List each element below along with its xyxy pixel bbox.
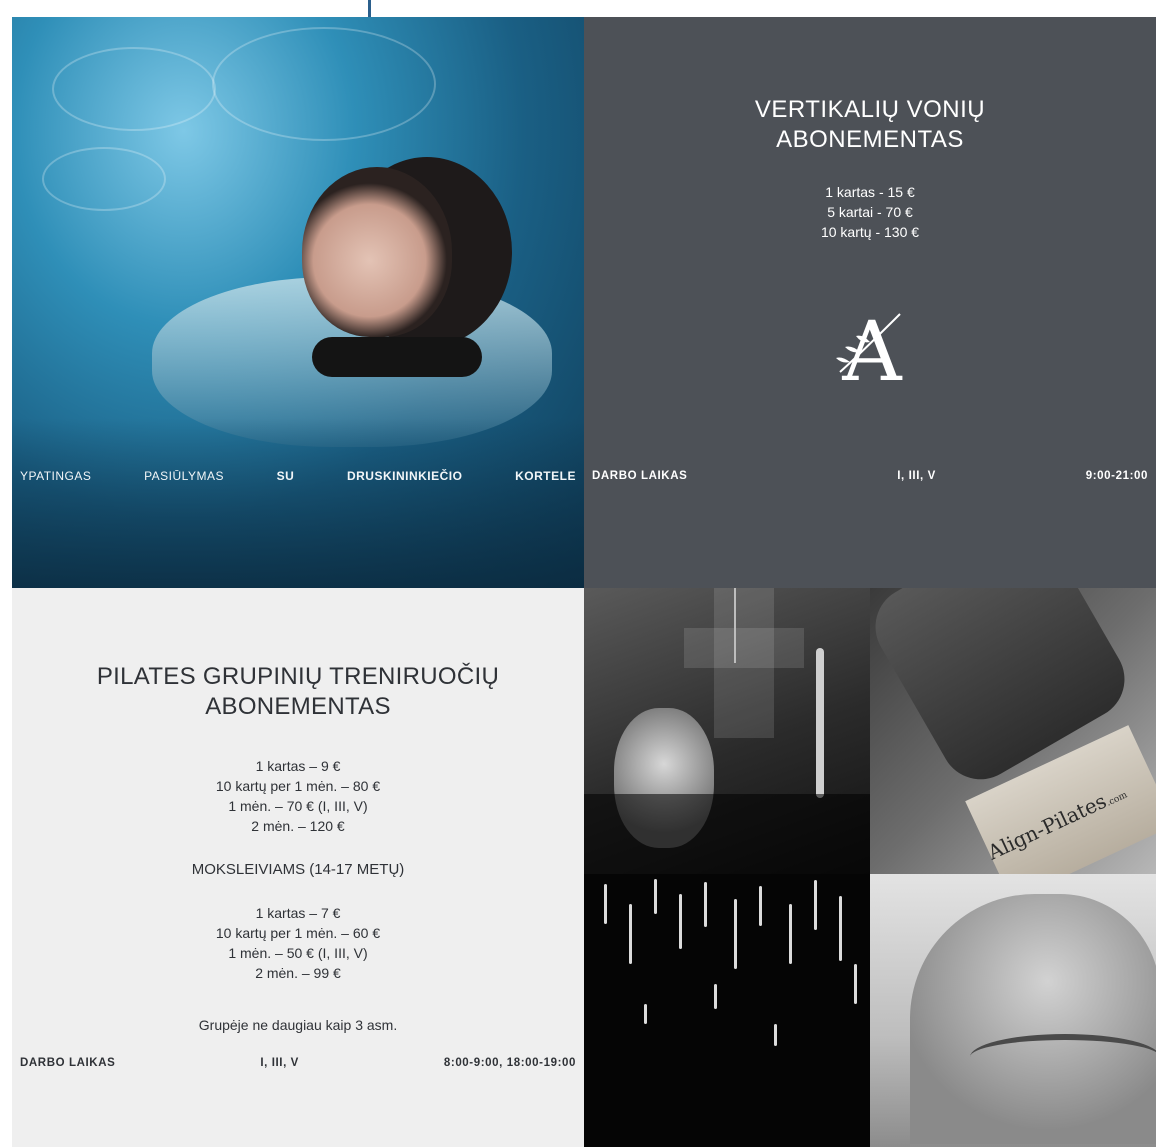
light-streak bbox=[854, 964, 857, 1004]
pool-rail bbox=[816, 648, 824, 798]
water-ripple bbox=[42, 147, 166, 211]
wall-cross bbox=[684, 628, 804, 668]
light-streak bbox=[629, 904, 632, 964]
price-line: 1 kartas – 7 € bbox=[255, 905, 341, 921]
swimsuit-strap bbox=[312, 337, 482, 377]
light-streak bbox=[814, 880, 817, 930]
hours-time: 9:00-21:00 bbox=[1085, 470, 1148, 482]
price-line: 10 kartų - 130 € bbox=[820, 224, 920, 240]
students-heading: MOKSLEIVIAMS (14-17 METŲ) bbox=[191, 861, 405, 878]
vertical-baths-title: VERTIKALIŲ VONIŲ ABONEMENTAS bbox=[584, 95, 1156, 155]
price-line: 5 kartai - 70 € bbox=[827, 204, 913, 220]
light-streak bbox=[679, 894, 682, 949]
swimmer-face bbox=[302, 167, 452, 337]
title-line: ABONEMENTAS bbox=[205, 693, 391, 720]
pilates-prices: 1 kartas – 9 € 10 kartų per 1 mėn. – 80 … bbox=[12, 756, 584, 836]
working-hours-row: DARBO LAIKAS I, III, V 8:00-9:00, 18:00-… bbox=[20, 1057, 576, 1069]
price-line: 1 kartas – 9 € bbox=[255, 758, 341, 774]
bath-water bbox=[584, 794, 870, 874]
price-line: 2 mėn. – 99 € bbox=[255, 965, 341, 981]
title-line: PILATES GRUPINIŲ TRENIRUOČIŲ bbox=[96, 663, 500, 690]
athlete-back-photo bbox=[870, 874, 1156, 1147]
price-line: 10 kartų per 1 mėn. – 60 € bbox=[215, 925, 381, 941]
vertical-baths-panel: VERTIKALIŲ VONIŲ ABONEMENTAS 1 kartas - … bbox=[584, 17, 1156, 588]
water-ripple bbox=[52, 47, 216, 131]
light-streaks-photo bbox=[584, 874, 870, 1147]
pilates-panel: PILATES GRUPINIŲ TRENIRUOČIŲ ABONEMENTAS… bbox=[12, 588, 584, 1147]
student-prices: 1 kartas – 7 € 10 kartų per 1 mėn. – 60 … bbox=[12, 903, 584, 983]
sports-top-strap bbox=[970, 1034, 1156, 1080]
light-streak bbox=[654, 879, 657, 914]
reformer-photo: Align-Pilates.com bbox=[870, 588, 1156, 874]
light-streak bbox=[714, 984, 717, 1009]
offer-word: SU bbox=[276, 469, 295, 483]
light-streak bbox=[759, 886, 762, 926]
offer-word: PASIŪLYMAS bbox=[144, 469, 224, 483]
price-line: 1 mėn. – 50 € (I, III, V) bbox=[228, 945, 368, 961]
bath-photo bbox=[584, 588, 870, 874]
price-line: 2 mėn. – 120 € bbox=[251, 818, 345, 834]
light-streak bbox=[789, 904, 792, 964]
light-streak bbox=[604, 884, 607, 924]
working-hours-row: DARBO LAIKAS I, III, V 9:00-21:00 bbox=[592, 470, 1148, 482]
hours-days: I, III, V bbox=[260, 1057, 299, 1069]
hours-days: I, III, V bbox=[897, 470, 936, 482]
title-line: ABONEMENTAS bbox=[776, 126, 964, 153]
vertical-baths-prices: 1 kartas - 15 € 5 kartai - 70 € 10 kartų… bbox=[584, 182, 1156, 242]
offer-word: KORTELE bbox=[515, 469, 576, 483]
light-streak bbox=[734, 899, 737, 969]
pilates-title: PILATES GRUPINIŲ TRENIRUOČIŲ ABONEMENTAS bbox=[12, 662, 584, 722]
price-line: 10 kartų per 1 mėn. – 80 € bbox=[215, 778, 381, 794]
brand-logo-icon: A bbox=[836, 305, 903, 392]
pool-photo-panel: YPATINGAS PASIŪLYMAS SU DRUSKININKIEČIO … bbox=[12, 17, 584, 588]
pool-shadow bbox=[12, 418, 584, 588]
light-streak bbox=[839, 896, 842, 961]
accent-line bbox=[368, 0, 371, 17]
offer-word: YPATINGAS bbox=[20, 469, 92, 483]
hours-time: 8:00-9:00, 18:00-19:00 bbox=[443, 1057, 576, 1069]
athlete-back bbox=[910, 894, 1156, 1144]
light-streak bbox=[644, 1004, 647, 1024]
offer-word: DRUSKININKIEČIO bbox=[346, 469, 463, 483]
hours-label: DARBO LAIKAS bbox=[592, 470, 688, 482]
special-offer-line: YPATINGAS PASIŪLYMAS SU DRUSKININKIEČIO … bbox=[20, 469, 576, 483]
group-size-note: Grupėje ne daugiau kaip 3 asm. bbox=[198, 1017, 398, 1033]
price-line: 1 mėn. – 70 € (I, III, V) bbox=[228, 798, 368, 814]
light-streak bbox=[774, 1024, 777, 1046]
hours-label: DARBO LAIKAS bbox=[20, 1057, 116, 1069]
water-ripple bbox=[212, 27, 436, 141]
hanging-rope bbox=[734, 588, 736, 663]
title-line: VERTIKALIŲ VONIŲ bbox=[754, 96, 986, 123]
price-line: 1 kartas - 15 € bbox=[825, 184, 915, 200]
light-streak bbox=[704, 882, 707, 927]
